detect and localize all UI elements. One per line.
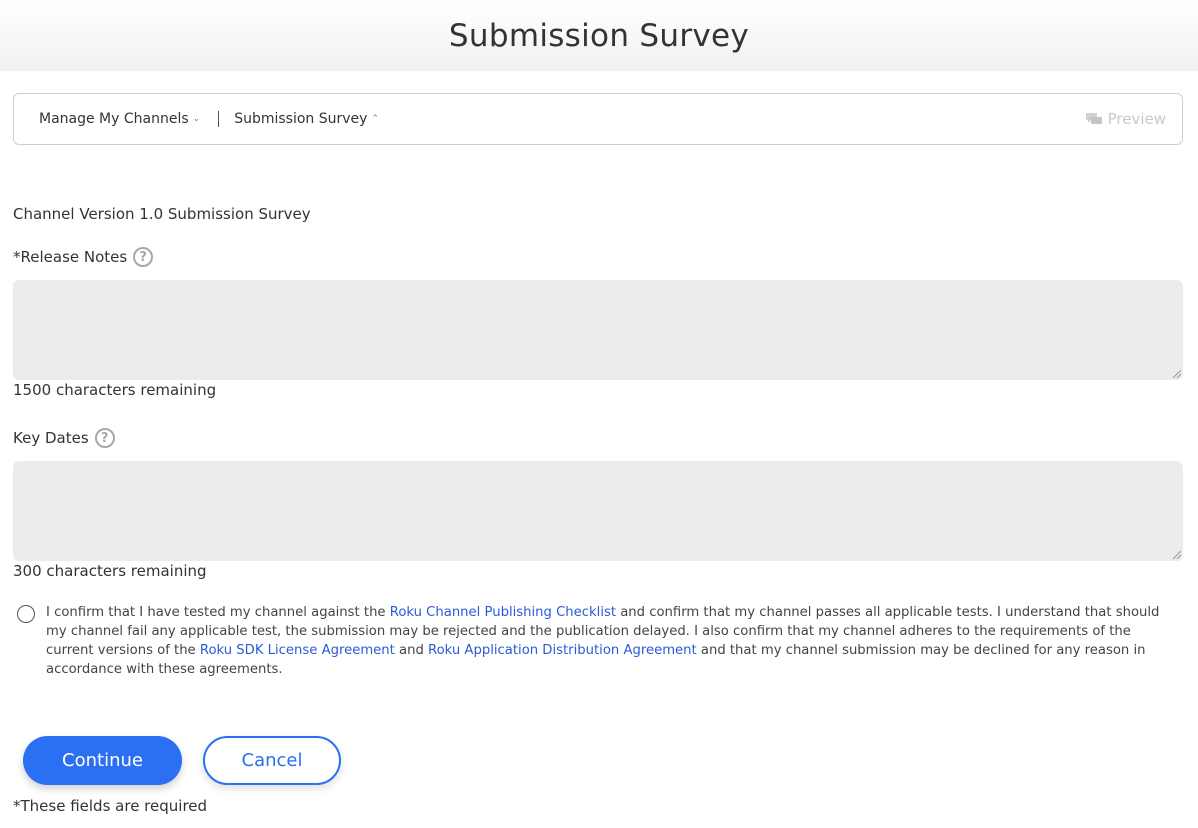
key-dates-counter: 300 characters remaining	[13, 562, 207, 580]
breadcrumb-submission-survey[interactable]: Submission Survey ⌃	[234, 111, 379, 127]
release-notes-textarea[interactable]	[13, 280, 1183, 380]
preview-button[interactable]: Preview	[1085, 110, 1166, 128]
required-fields-note: *These fields are required	[13, 797, 208, 815]
confirm-text-part: and	[394, 643, 429, 658]
key-dates-label-text: Key Dates	[13, 429, 89, 447]
resize-handle-icon[interactable]	[1173, 370, 1181, 378]
publishing-checklist-link[interactable]: Roku Channel Publishing Checklist	[390, 605, 616, 620]
confirmation-row: I confirm that I have tested my channel …	[17, 603, 1167, 679]
cancel-button[interactable]: Cancel	[203, 736, 341, 785]
release-notes-label-text: *Release Notes	[13, 248, 128, 266]
distribution-agreement-link[interactable]: Roku Application Distribution Agreement	[428, 643, 697, 658]
preview-label: Preview	[1107, 110, 1166, 128]
confirmation-text: I confirm that I have tested my channel …	[46, 603, 1167, 679]
chat-bubbles-icon	[1085, 113, 1102, 124]
confirm-text-part: I confirm that I have tested my channel …	[46, 605, 390, 620]
resize-handle-icon[interactable]	[1173, 551, 1181, 559]
sdk-license-link[interactable]: Roku SDK License Agreement	[200, 643, 395, 658]
page-title: Submission Survey	[448, 17, 750, 54]
release-notes-counter: 1500 characters remaining	[13, 381, 217, 399]
breadcrumb-label: Manage My Channels	[39, 111, 189, 127]
release-notes-label: *Release Notes ?	[13, 247, 154, 267]
help-icon[interactable]: ?	[133, 247, 154, 267]
breadcrumb-manage-my-channels[interactable]: Manage My Channels ⌄	[39, 111, 200, 127]
breadcrumb-bar: Manage My Channels ⌄ Submission Survey ⌃…	[13, 93, 1183, 145]
key-dates-textarea[interactable]	[13, 461, 1183, 561]
page-header: Submission Survey	[0, 0, 1198, 71]
survey-title: Channel Version 1.0 Submission Survey	[13, 205, 311, 223]
chevron-down-icon: ⌄	[192, 114, 201, 124]
confirm-radio[interactable]	[17, 605, 35, 623]
chevron-up-icon: ⌃	[371, 114, 379, 124]
continue-button[interactable]: Continue	[23, 736, 182, 785]
breadcrumb-label: Submission Survey	[234, 111, 368, 127]
help-icon[interactable]: ?	[94, 428, 115, 448]
key-dates-label: Key Dates ?	[13, 428, 115, 448]
breadcrumb-divider	[218, 111, 220, 127]
